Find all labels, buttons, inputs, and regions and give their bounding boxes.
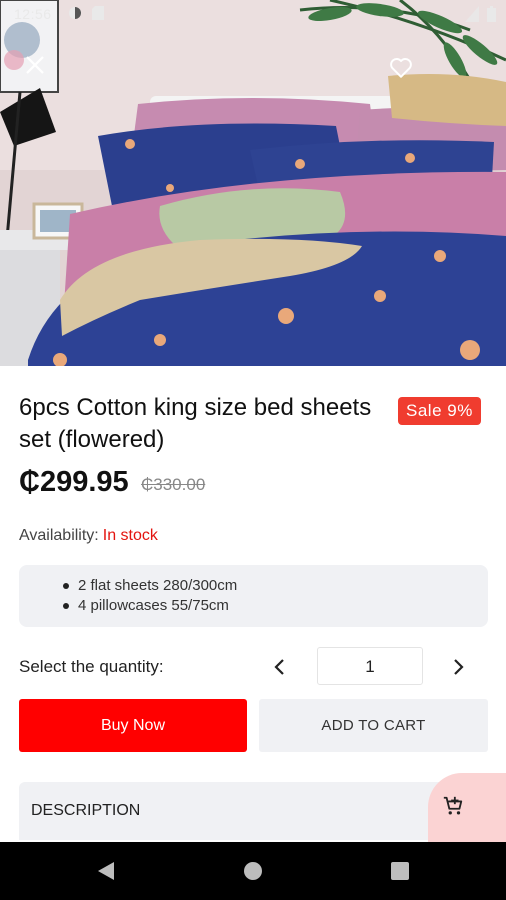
feature-item: 2 flat sheets 280/300cm — [63, 576, 488, 596]
quantity-input[interactable]: 1 — [317, 647, 423, 685]
chevron-right-icon[interactable] — [448, 654, 470, 680]
availability: Availability: In stock — [19, 527, 158, 545]
status-time: 12:56 — [14, 6, 52, 22]
feature-item: 4 pillowcases 55/75cm — [63, 596, 488, 616]
sd-card-icon — [92, 6, 104, 20]
system-nav-bar — [0, 842, 506, 900]
heart-outline-icon[interactable] — [388, 54, 414, 80]
sync-icon — [69, 7, 81, 19]
status-icons — [68, 6, 104, 20]
add-to-cart-button[interactable]: ADD TO CART — [259, 699, 488, 752]
product-title: 6pcs Cotton king size bed sheets set (fl… — [19, 394, 372, 453]
battery-icon — [487, 6, 496, 22]
status-right-icons — [465, 6, 496, 22]
add-shopping-cart-icon — [443, 796, 463, 815]
cart-fab[interactable] — [428, 773, 506, 843]
quantity-label: Select the quantity: — [19, 657, 164, 676]
description-section[interactable]: DESCRIPTION — [19, 782, 488, 840]
home-icon[interactable] — [243, 861, 263, 881]
product-image: 12:56 — [0, 0, 506, 366]
signal-icon — [465, 6, 479, 22]
close-icon[interactable] — [22, 52, 48, 78]
buy-now-button[interactable]: Buy Now — [19, 699, 247, 752]
product-price: ₵299.95 — [19, 466, 129, 498]
recent-apps-icon[interactable] — [391, 862, 409, 880]
bedroom-photo — [0, 0, 506, 366]
sale-badge: Sale 9% — [398, 397, 481, 425]
chevron-left-icon[interactable] — [268, 654, 290, 680]
product-features: 2 flat sheets 280/300cm 4 pillowcases 55… — [19, 565, 488, 627]
back-icon[interactable] — [96, 861, 116, 881]
description-label: DESCRIPTION — [31, 802, 141, 819]
availability-status: In stock — [102, 527, 158, 544]
product-old-price: ₵330.00 — [141, 475, 206, 494]
availability-label: Availability: — [19, 527, 99, 544]
